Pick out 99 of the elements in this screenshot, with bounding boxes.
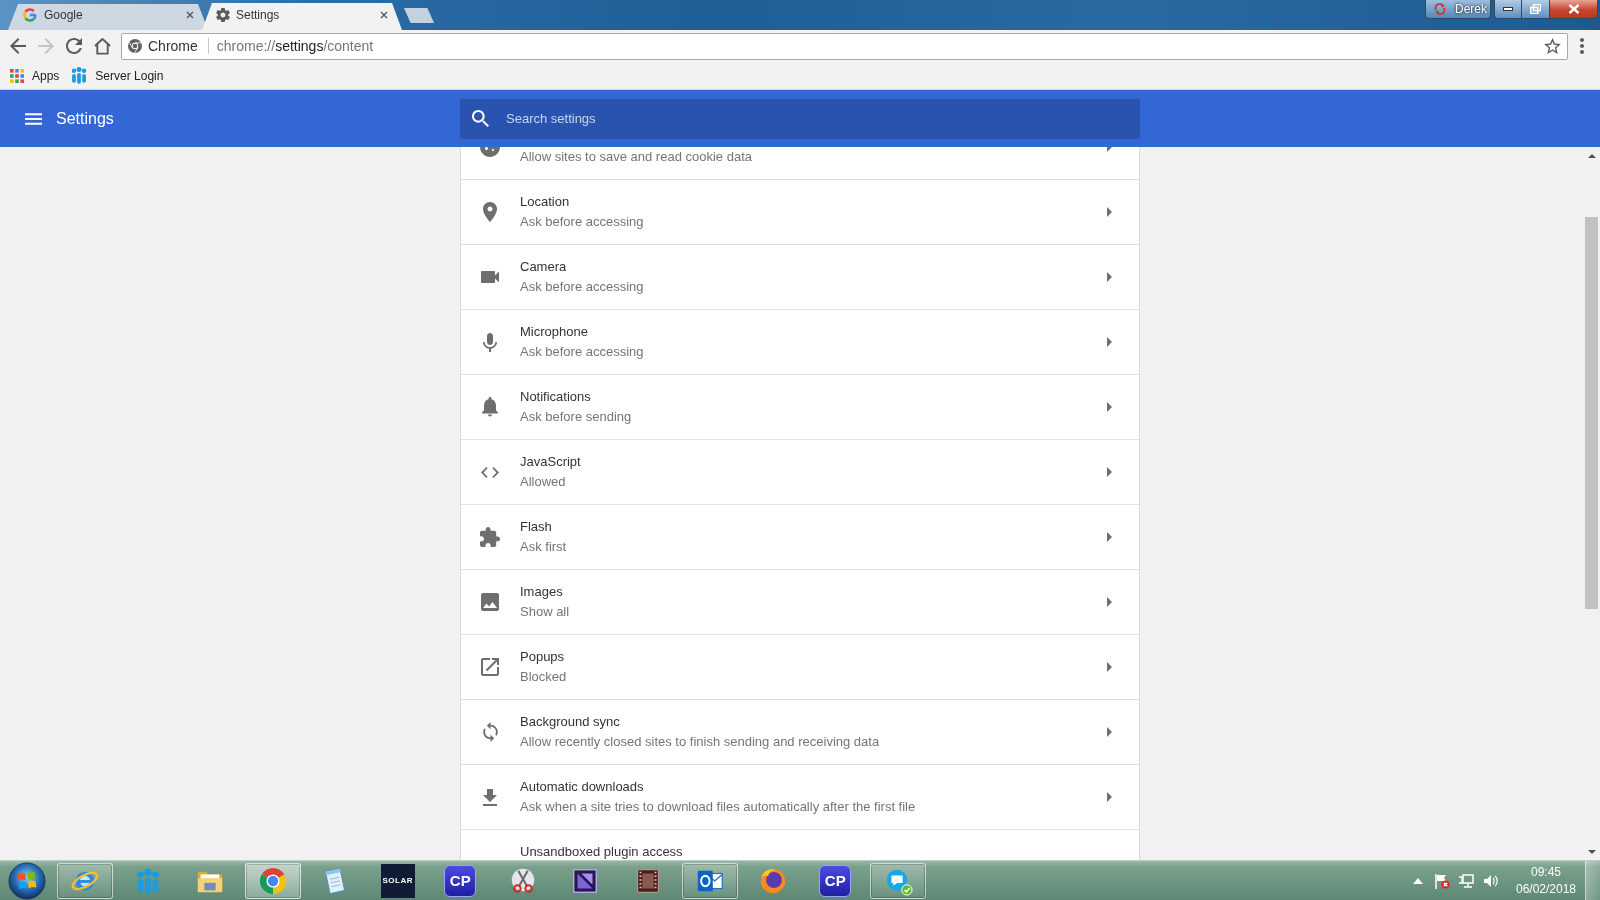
row-title: Unsandboxed plugin access xyxy=(520,844,684,860)
browser-tab[interactable]: Settings xyxy=(202,3,402,30)
caret-right-icon xyxy=(1107,467,1112,477)
app-tile-button[interactable]: CP xyxy=(444,864,477,897)
sync-arrows-icon xyxy=(482,722,498,742)
segmented-circle-icon xyxy=(257,865,288,896)
site-chip-label: Chrome xyxy=(148,38,198,54)
network-icon[interactable] xyxy=(1458,872,1474,889)
caret-right-icon xyxy=(1107,727,1112,737)
settings-row[interactable]: Flash Ask first xyxy=(461,505,1139,570)
star-icon[interactable] xyxy=(1544,38,1561,54)
row-title: Flash xyxy=(520,519,553,535)
bookmark-button[interactable]: Apps xyxy=(10,68,60,83)
taskbar-button[interactable] xyxy=(244,862,301,899)
settings-row[interactable]: Location Ask before accessing xyxy=(461,180,1139,245)
settings-row[interactable]: Popups Blocked xyxy=(461,635,1139,700)
back-arrow-icon[interactable] xyxy=(10,38,26,54)
row-title: Notifications xyxy=(520,389,592,405)
start-orb-icon[interactable] xyxy=(8,861,46,900)
people-icon xyxy=(71,67,88,84)
row-subtitle: Ask before accessing xyxy=(520,344,645,360)
row-subtitle: Ask before sending xyxy=(520,409,633,425)
row-title: Images xyxy=(520,584,564,600)
row-title: Microphone xyxy=(520,324,589,340)
minimize-icon xyxy=(1503,7,1513,11)
row-subtitle: Allow recently closed sites to finish sending and receiving data xyxy=(520,734,881,750)
close-icon[interactable] xyxy=(380,10,388,19)
settings-row[interactable]: Notifications Ask before sending xyxy=(461,375,1139,440)
code-brackets-icon xyxy=(481,466,499,478)
row-title: Camera xyxy=(520,259,568,275)
settings-row[interactable]: Background sync Allow recently closed sites to finish sending and receiving data xyxy=(461,700,1139,765)
search-icon xyxy=(472,110,489,127)
taskbar-button[interactable] xyxy=(57,862,114,899)
caret-right-icon xyxy=(1107,792,1112,802)
caret-right-icon xyxy=(1107,207,1112,217)
row-subtitle: Ask when a site tries to download files automatically after the first file xyxy=(520,799,917,815)
gear-icon xyxy=(216,7,230,22)
row-title: Popups xyxy=(520,649,566,665)
bookmark-button[interactable]: Server Login xyxy=(71,67,164,84)
taskbar-button[interactable] xyxy=(869,862,926,899)
ring-icon xyxy=(22,7,38,23)
circular-arrows-icon xyxy=(1434,3,1446,15)
close-icon xyxy=(1567,4,1580,14)
menu-icon[interactable] xyxy=(25,112,42,125)
row-subtitle: Ask first xyxy=(520,539,568,555)
row-subtitle: Blocked xyxy=(520,669,568,685)
app-tile-button[interactable]: CP xyxy=(819,864,852,897)
caret-right-icon xyxy=(1107,597,1112,607)
microphone-icon xyxy=(483,332,497,352)
page-title: Settings xyxy=(56,109,114,128)
row-title: JavaScript xyxy=(520,454,582,470)
camera-icon xyxy=(481,271,499,283)
search-field[interactable]: Search settings xyxy=(460,98,1140,139)
reload-icon[interactable] xyxy=(66,38,82,54)
grid-icon xyxy=(10,68,24,83)
settings-row[interactable]: Allow sites to save and read cookie data xyxy=(461,147,1139,180)
row-title: Automatic downloads xyxy=(520,779,645,795)
caret-right-icon xyxy=(1107,272,1112,282)
clock-button[interactable]: 09:45 06/02/2018 xyxy=(1512,863,1580,898)
home-icon[interactable] xyxy=(94,37,111,55)
settings-row[interactable]: JavaScript Allowed xyxy=(461,440,1139,505)
close-icon[interactable] xyxy=(186,11,194,19)
puzzle-piece-icon xyxy=(480,527,500,547)
caret-right-icon xyxy=(1107,662,1112,672)
open-in-new-icon xyxy=(481,658,499,676)
caret-up-icon[interactable] xyxy=(1413,877,1423,884)
segmented-circle-icon xyxy=(128,39,142,53)
more-menu-icon[interactable] xyxy=(1580,38,1584,54)
settings-row[interactable]: Camera Ask before accessing xyxy=(461,245,1139,310)
scrollbar-thumb[interactable] xyxy=(1585,217,1598,609)
minimize-button[interactable] xyxy=(1494,0,1522,19)
settings-row[interactable]: Microphone Ask before accessing xyxy=(461,310,1139,375)
new-tab-button[interactable] xyxy=(404,8,434,23)
row-subtitle: Show all xyxy=(520,604,571,620)
row-title: Location xyxy=(520,194,571,210)
restore-icon xyxy=(1530,4,1541,14)
settings-row[interactable]: Automatic downloads Ask when a site tries to download files automatically after the first file xyxy=(461,765,1139,830)
restore-button[interactable] xyxy=(1522,0,1550,19)
caret-right-icon xyxy=(1107,337,1112,347)
flag-icon[interactable] xyxy=(1434,872,1450,889)
location-pin-icon xyxy=(483,202,497,222)
settings-row[interactable]: Images Show all xyxy=(461,570,1139,635)
caret-right-icon xyxy=(1107,402,1112,412)
row-subtitle: Ask before accessing xyxy=(520,279,645,295)
caret-up-icon[interactable] xyxy=(1587,153,1596,158)
bell-icon xyxy=(482,397,498,417)
row-subtitle: Allowed xyxy=(520,474,567,490)
caret-right-icon xyxy=(1107,532,1112,542)
caret-down-icon[interactable] xyxy=(1587,849,1596,854)
row-subtitle: Allow sites to save and read cookie data xyxy=(520,149,753,165)
taskbar-button[interactable] xyxy=(682,862,739,899)
row-subtitle: Ask before accessing xyxy=(520,214,645,230)
row-title: Background sync xyxy=(520,714,621,730)
address-field[interactable]: Chrome chrome://settings/content xyxy=(121,32,1568,60)
close-button[interactable] xyxy=(1550,0,1598,19)
image-icon xyxy=(481,593,499,611)
download-icon xyxy=(483,788,497,806)
url-text: chrome://settings/content xyxy=(216,38,374,54)
app-tile-button[interactable]: SOLAR xyxy=(380,863,415,898)
